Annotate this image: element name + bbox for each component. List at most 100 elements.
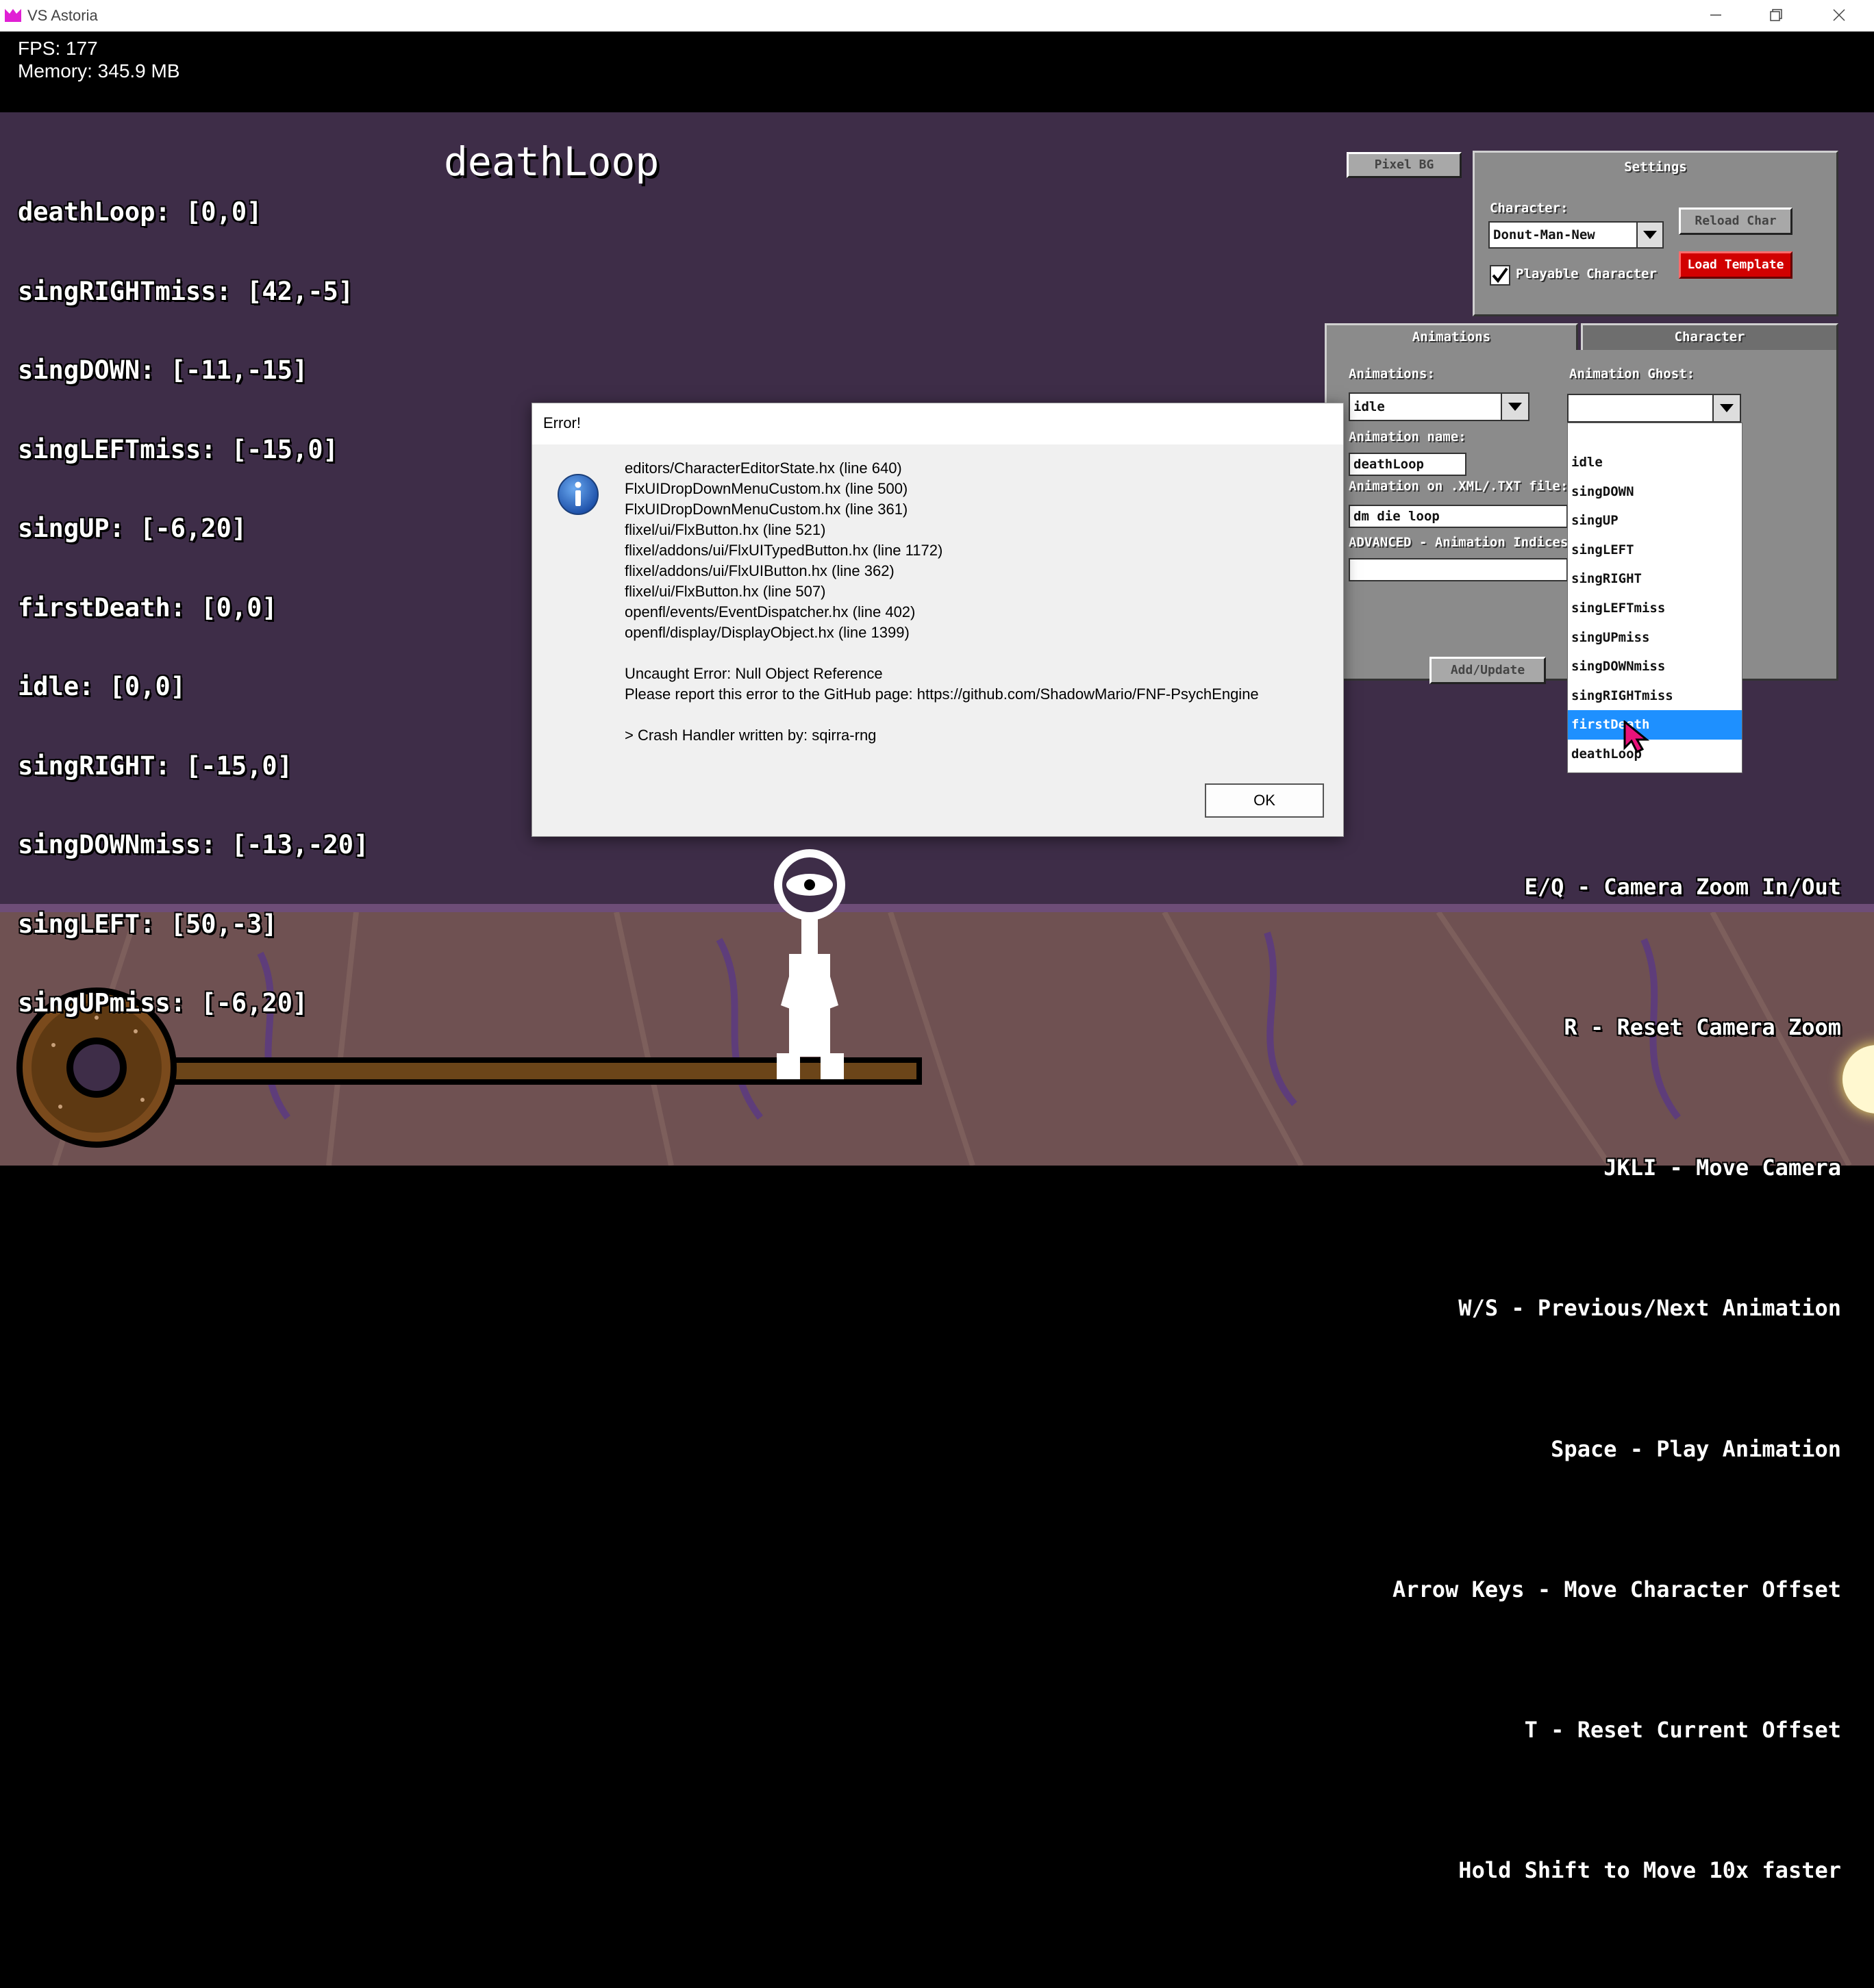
ghost-option[interactable]: singDOWNmiss xyxy=(1568,652,1742,681)
ghost-option[interactable]: singLEFTmiss xyxy=(1568,593,1742,623)
error-message: editors/CharacterEditorState.hx (line 64… xyxy=(625,458,1259,746)
help-line: JKLI - Move Camera xyxy=(1603,1155,1841,1181)
offset-entry: singLEFT: [50,-3] xyxy=(18,909,277,939)
ghost-option[interactable]: idle xyxy=(1568,448,1742,477)
animations-label: Animations: xyxy=(1349,366,1435,381)
playable-checkbox[interactable] xyxy=(1490,265,1510,286)
offset-entry: idle: [0,0] xyxy=(18,672,186,701)
stack-line: flixel/addons/ui/FlxUITypedButton.hx (li… xyxy=(625,542,943,559)
ghost-option-highlighted[interactable]: firstDeath xyxy=(1568,710,1742,740)
animations-dropdown[interactable]: idle xyxy=(1349,392,1529,421)
minimize-button[interactable] xyxy=(1685,0,1747,32)
offset-entry: singUP: [-6,20] xyxy=(18,514,247,543)
help-line: E/Q - Camera Zoom In/Out xyxy=(1524,873,1841,900)
stack-line: flixel/ui/FlxButton.hx (line 507) xyxy=(625,583,826,600)
offset-entry: deathLoop: [0,0] xyxy=(18,197,262,227)
stack-line: openfl/events/EventDispatcher.hx (line 4… xyxy=(625,603,916,620)
app-icon xyxy=(5,9,21,22)
offset-entry: firstDeath: [0,0] xyxy=(18,592,277,622)
dropdown-arrow-icon[interactable] xyxy=(1712,395,1740,421)
offset-entry: singUPmiss: [-6,20] xyxy=(18,988,308,1018)
reload-char-button[interactable]: Reload Char xyxy=(1679,207,1792,235)
settings-panel: Settings Character: Donut-Man-New Reload… xyxy=(1473,151,1838,316)
help-line: T - Reset Current Offset xyxy=(1524,1717,1841,1744)
load-template-button[interactable]: Load Template xyxy=(1679,251,1792,279)
ghost-option[interactable]: singRIGHTmiss xyxy=(1568,681,1742,711)
memory-text: Memory: 345.9 MB xyxy=(18,60,180,81)
offset-entry: singDOWN: [-11,-15] xyxy=(18,355,308,385)
dialog-title: Error! xyxy=(543,414,581,431)
stack-line: openfl/display/DisplayObject.hx (line 13… xyxy=(625,624,910,641)
settings-header: Settings xyxy=(1624,160,1687,175)
animation-ghost-label: Animation Ghost: xyxy=(1569,366,1695,381)
animation-indices-label: ADVANCED - Animation Indices xyxy=(1349,535,1569,550)
ghost-option[interactable]: singRIGHT xyxy=(1568,564,1742,594)
error-dialog: Error! editors/CharacterEditorState.hx (… xyxy=(532,403,1344,837)
offset-entry: singDOWNmiss: [-13,-20] xyxy=(18,830,369,859)
fps-counter: FPS: 177 Memory: 345.9 MB xyxy=(18,37,180,82)
stack-line: editors/CharacterEditorState.hx (line 64… xyxy=(625,460,902,477)
animation-offsets-list: deathLoop: [0,0] singRIGHTmiss: [42,-5] … xyxy=(18,147,368,1070)
restore-button[interactable] xyxy=(1745,0,1807,32)
help-line: Space - Play Animation xyxy=(1551,1435,1841,1462)
minimize-icon xyxy=(1710,14,1721,16)
ghost-option[interactable]: singUP xyxy=(1568,506,1742,536)
window-title: VS Astoria xyxy=(27,7,98,24)
character-sprite xyxy=(774,849,845,1079)
dialog-body: editors/CharacterEditorState.hx (line 64… xyxy=(532,444,1343,836)
character-dropdown-value: Donut-Man-New xyxy=(1493,227,1595,242)
help-line: Arrow Keys - Move Character Offset xyxy=(1392,1576,1841,1602)
offset-entry: singLEFTmiss: [-15,0] xyxy=(18,434,338,464)
offset-entry: singRIGHT: [-15,0] xyxy=(18,751,292,781)
tab-character-label: Character xyxy=(1674,329,1745,344)
animation-name-label: Animation name: xyxy=(1349,429,1466,444)
tab-animations-label: Animations xyxy=(1412,329,1491,344)
character-dropdown[interactable]: Donut-Man-New xyxy=(1488,221,1664,249)
ghost-options: idle singDOWN singUP singLEFT singRIGHT … xyxy=(1568,423,1742,769)
report-text: Please report this error to the GitHub p… xyxy=(625,685,1259,703)
offset-entry: singRIGHTmiss: [42,-5] xyxy=(18,276,354,306)
dropdown-arrow-icon[interactable] xyxy=(1636,223,1662,247)
animations-dropdown-value: idle xyxy=(1353,399,1385,414)
dialog-title-bar[interactable]: Error! xyxy=(532,403,1343,444)
xml-animation-label: Animation on .XML/.TXT file: xyxy=(1349,479,1569,494)
add-update-button[interactable]: Add/Update xyxy=(1429,657,1546,684)
animation-ghost-dropdown[interactable] xyxy=(1567,394,1741,423)
close-button[interactable] xyxy=(1808,0,1870,32)
pixel-bg-button[interactable]: Pixel BG xyxy=(1347,152,1462,178)
ok-button[interactable]: OK xyxy=(1205,783,1324,818)
playable-character-label: Playable Character xyxy=(1516,266,1657,281)
current-animation-label: deathLoop xyxy=(444,138,660,185)
fps-text: FPS: 177 xyxy=(18,38,98,59)
ghost-option[interactable]: singUPmiss xyxy=(1568,622,1742,653)
help-line: Hold Shift to Move 10x faster xyxy=(1458,1857,1841,1884)
controls-help: E/Q - Camera Zoom In/Out R - Reset Camer… xyxy=(1392,770,1841,1988)
dropdown-arrow-icon[interactable] xyxy=(1501,394,1528,420)
ghost-option[interactable]: singDOWN xyxy=(1568,477,1742,507)
info-icon xyxy=(558,474,599,515)
stack-line: FlxUIDropDownMenuCustom.hx (line 361) xyxy=(625,501,908,518)
stack-line: flixel/addons/ui/FlxUIButton.hx (line 36… xyxy=(625,562,895,579)
tab-animations[interactable]: Animations xyxy=(1325,323,1578,352)
character-label: Character: xyxy=(1490,201,1569,216)
restore-icon xyxy=(1770,9,1782,21)
animation-indices-input[interactable] xyxy=(1349,558,1568,581)
stack-line: flixel/ui/FlxButton.hx (line 521) xyxy=(625,521,826,538)
window-title-bar[interactable]: VS Astoria xyxy=(0,0,1874,32)
animation-ghost-dropdown-list: idle singDOWN singUP singLEFT singRIGHT … xyxy=(1567,423,1742,773)
tab-character[interactable]: Character xyxy=(1581,323,1838,352)
animation-name-input[interactable]: deathLoop xyxy=(1349,453,1466,476)
error-text: Uncaught Error: Null Object Reference xyxy=(625,665,883,682)
ghost-option[interactable]: deathLoop xyxy=(1568,739,1742,769)
mouse-cursor-icon xyxy=(1623,720,1650,754)
xml-animation-input[interactable]: dm die loop xyxy=(1349,505,1568,528)
checkmark-icon xyxy=(1492,267,1508,284)
credit-text: > Crash Handler written by: sqirra-rng xyxy=(625,727,877,744)
help-line: R - Reset Camera Zoom xyxy=(1564,1014,1841,1041)
close-icon xyxy=(1833,9,1845,21)
help-line: W/S - Previous/Next Animation xyxy=(1458,1295,1841,1322)
ghost-option[interactable]: singLEFT xyxy=(1568,535,1742,565)
stack-line: FlxUIDropDownMenuCustom.hx (line 500) xyxy=(625,480,908,497)
